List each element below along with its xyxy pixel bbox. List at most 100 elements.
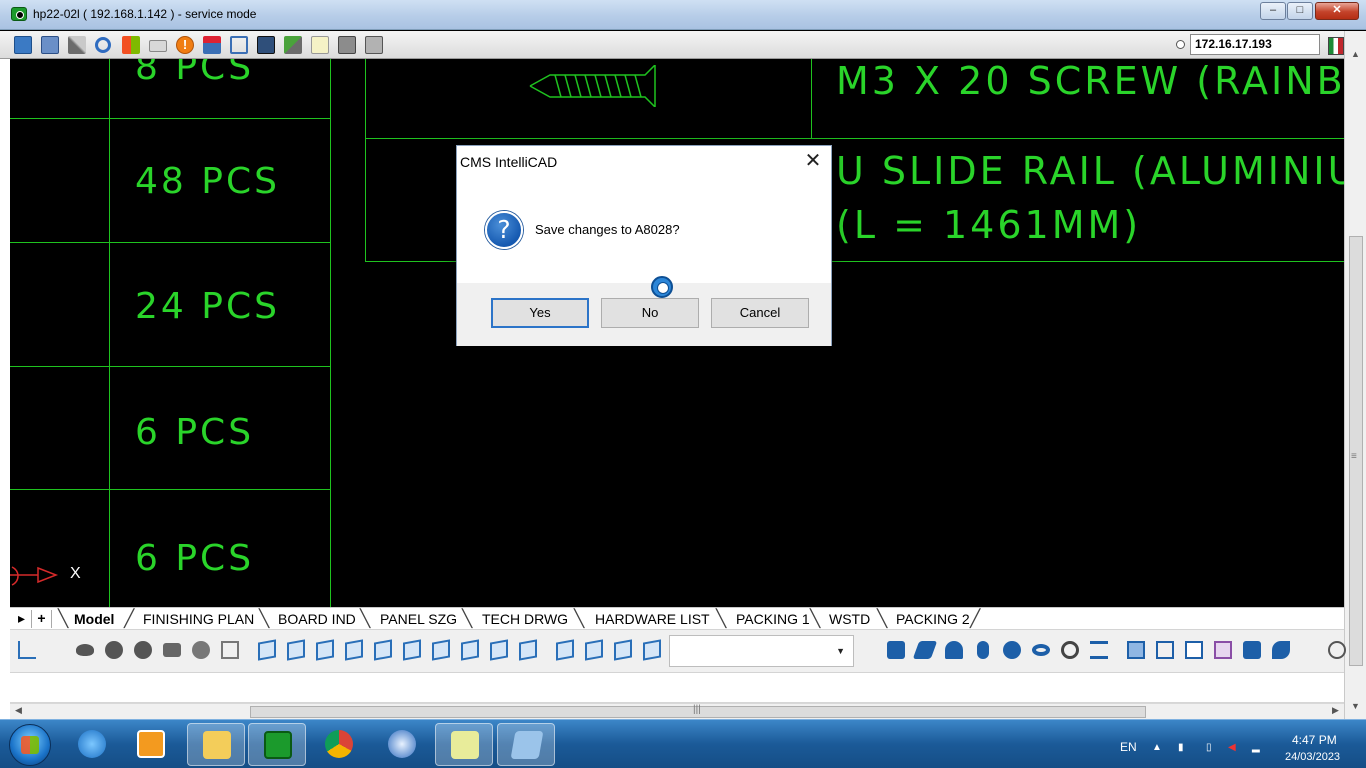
union-icon[interactable] (1127, 641, 1145, 659)
alert-icon[interactable]: ! (176, 36, 194, 54)
eye-settings-icon[interactable] (105, 641, 123, 659)
tab-finishing-plan[interactable]: FINISHING PLAN (143, 611, 254, 627)
horizontal-scrollbar[interactable]: ◀ ||| ▶ (10, 703, 1344, 719)
taskbar-remote-viewer[interactable] (248, 723, 306, 766)
language-indicator[interactable]: EN (1120, 740, 1137, 754)
taskbar-ie-alt[interactable] (373, 723, 431, 766)
view-iso-1-icon[interactable] (556, 639, 574, 661)
maximize-button[interactable]: □ (1287, 2, 1313, 20)
torus-icon[interactable] (1032, 644, 1050, 656)
view-dropdown[interactable]: ▼ (669, 635, 854, 667)
command-line[interactable] (10, 673, 1344, 703)
vertical-scrollbar[interactable]: ▲ ≡ ▼ (1344, 31, 1366, 719)
close-button[interactable]: ✕ (1315, 2, 1359, 20)
tab-panel-szg[interactable]: PANEL SZG (380, 611, 457, 627)
box-solid-icon[interactable] (887, 641, 905, 659)
taskbar-intellicad[interactable] (497, 723, 555, 766)
cylinder-icon[interactable] (977, 641, 989, 659)
start-button[interactable] (9, 724, 51, 766)
clock-time[interactable]: 4:47 PM (1292, 733, 1337, 747)
dialog-close-button[interactable]: ✕ (801, 148, 825, 174)
tab-board-ind[interactable]: BOARD IND (278, 611, 356, 627)
view-iso-4-icon[interactable] (643, 639, 661, 661)
taskbar-sticky-notes[interactable] (435, 723, 493, 766)
view-sw-iso-icon[interactable] (432, 639, 450, 661)
taskbar-file-explorer[interactable] (187, 723, 245, 766)
view-right-icon[interactable] (345, 639, 363, 661)
camera-settings-icon[interactable] (192, 641, 210, 659)
tab-scroll-right-icon[interactable]: ▸ (12, 610, 32, 628)
tab-packing-1[interactable]: PACKING 1 (736, 611, 810, 627)
refresh-icon[interactable] (95, 37, 111, 53)
notes-icon[interactable] (311, 36, 329, 54)
ip-address-field[interactable]: 172.16.17.193 (1190, 34, 1320, 55)
windows-icon[interactable] (41, 36, 59, 54)
revolve-icon[interactable] (1272, 641, 1290, 659)
add-layout-button[interactable]: + (32, 610, 52, 628)
view-nw-iso-icon[interactable] (519, 639, 537, 661)
tab-model[interactable]: Model (74, 611, 114, 627)
extrude-icon[interactable] (1243, 641, 1261, 659)
scroll-left-icon[interactable]: ◀ (15, 705, 22, 716)
spring-icon[interactable] (1090, 641, 1108, 659)
signal-icon[interactable]: ▂ (1252, 742, 1262, 754)
battery-icon[interactable]: ▯ (1206, 742, 1216, 754)
save-changes-dialog: CMS IntelliCAD ✕ ? Save changes to A8028… (456, 145, 832, 346)
dialog-title: CMS IntelliCAD (460, 154, 558, 170)
view-ne-iso-icon[interactable] (490, 639, 508, 661)
tab-wstd[interactable]: WSTD (829, 611, 870, 627)
tools-icon[interactable] (68, 36, 86, 54)
volume-muted-icon[interactable]: ◀ (1228, 742, 1238, 754)
scroll-down-icon[interactable]: ▼ (1351, 701, 1360, 711)
minimize-button[interactable]: – (1260, 2, 1286, 20)
usb-icon[interactable]: ▮ (1178, 742, 1188, 754)
chat-icon[interactable] (365, 36, 383, 54)
intersect-icon[interactable] (1185, 641, 1203, 659)
transfer-icon[interactable] (284, 36, 302, 54)
cancel-button[interactable]: Cancel (711, 298, 809, 328)
keyboard-icon[interactable] (149, 40, 167, 52)
display-icon[interactable] (257, 36, 275, 54)
ring-icon[interactable] (1061, 641, 1079, 659)
window-icon[interactable] (338, 36, 356, 54)
taskbar-internet-explorer[interactable] (63, 723, 121, 766)
fullscreen-icon[interactable] (230, 36, 248, 54)
windows-flag-icon[interactable] (122, 36, 140, 54)
view-iso-2-icon[interactable] (585, 639, 603, 661)
chevron-down-icon: ▼ (836, 646, 845, 656)
eye-add-icon[interactable] (134, 641, 152, 659)
view-left-icon[interactable] (316, 639, 334, 661)
subtract-icon[interactable] (1156, 641, 1174, 659)
no-button[interactable]: No (601, 298, 699, 328)
eye-icon[interactable] (76, 644, 94, 656)
taskbar-chrome[interactable] (310, 723, 368, 766)
taskbar-media-player[interactable] (122, 723, 180, 766)
ucs-icon[interactable] (18, 641, 36, 659)
tray-expand-icon[interactable]: ▲ (1152, 742, 1162, 754)
connection-indicator-icon (1176, 40, 1185, 49)
view-iso-3-icon[interactable] (614, 639, 632, 661)
circle-tool-icon[interactable] (1328, 641, 1346, 659)
network-icon[interactable] (203, 36, 221, 54)
view-front-icon[interactable] (374, 639, 392, 661)
camera-icon[interactable] (163, 643, 181, 657)
yes-button[interactable]: Yes (491, 298, 589, 328)
scroll-right-icon[interactable]: ▶ (1332, 705, 1339, 716)
view-se-iso-icon[interactable] (461, 639, 479, 661)
view-top-icon[interactable] (258, 639, 276, 661)
sphere-icon[interactable] (1003, 641, 1021, 659)
description-text: (L = 1461MM) (836, 203, 1142, 247)
wedge-icon[interactable] (912, 641, 938, 659)
tab-packing-2[interactable]: PACKING 2 (896, 611, 970, 627)
plane-icon[interactable] (221, 641, 239, 659)
tab-tech-drwg[interactable]: TECH DRWG (482, 611, 568, 627)
cone-icon[interactable] (945, 641, 963, 659)
internet-explorer-icon (78, 730, 106, 758)
view-bottom-icon[interactable] (287, 639, 305, 661)
monitor-icon[interactable] (14, 36, 32, 54)
slice-icon[interactable] (1214, 641, 1232, 659)
view-back-icon[interactable] (403, 639, 421, 661)
tab-hardware-list[interactable]: HARDWARE LIST (595, 611, 710, 627)
clock-date[interactable]: 24/03/2023 (1285, 751, 1340, 763)
scroll-up-icon[interactable]: ▲ (1351, 49, 1360, 59)
